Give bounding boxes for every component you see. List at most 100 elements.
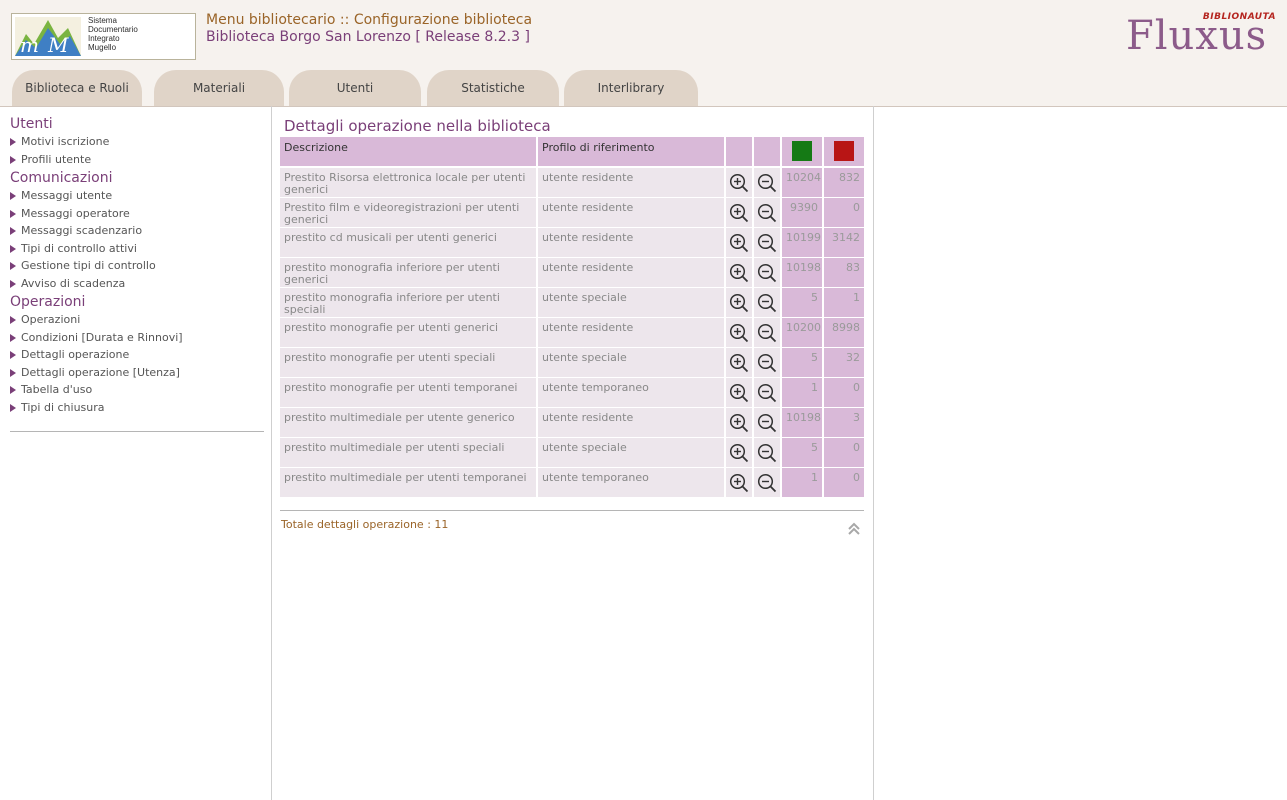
zoom-out-icon[interactable] (757, 173, 777, 193)
sidebar-item-label: Messaggi operatore (21, 206, 130, 220)
zoom-in-icon[interactable] (729, 323, 749, 343)
sidebar-section-operazioni: Operazioni (10, 294, 86, 310)
cell-zoom-out (754, 378, 780, 407)
zoom-in-icon[interactable] (729, 473, 749, 493)
zoom-in-icon[interactable] (729, 443, 749, 463)
cell-profilo-text: utente residente (542, 231, 634, 244)
zoom-in-icon[interactable] (729, 263, 749, 283)
cell-profilo: utente speciale (538, 438, 724, 467)
page-title: Menu bibliotecario :: Configurazione bib… (206, 12, 533, 28)
red-count: 8998 (832, 321, 860, 334)
green-count: 9390 (790, 201, 818, 214)
cell-profilo: utente speciale (538, 348, 724, 377)
tab-utenti[interactable]: Utenti (289, 70, 421, 106)
cell-zoom-in (726, 258, 752, 287)
cell-profilo-text: utente residente (542, 261, 634, 274)
cell-green-count: 5 (782, 288, 822, 317)
cell-descrizione: Prestito Risorsa elettronica locale per … (280, 168, 536, 197)
cell-descrizione-text: prestito monografie per utenti generici (284, 321, 499, 334)
zoom-in-icon[interactable] (729, 413, 749, 433)
sidebar-item-condizioni[interactable]: Condizioni [Durata e Rinnovi] (10, 329, 264, 347)
cell-descrizione-text: prestito cd musicali per utenti generici (284, 231, 497, 244)
sdim-logo[interactable]: m M Sistema Documentario Integrato Mugel… (11, 13, 196, 60)
zoom-in-icon[interactable] (729, 173, 749, 193)
cell-profilo-text: utente residente (542, 171, 634, 184)
cell-descrizione-text: prestito monografie per utenti temporane… (284, 381, 518, 394)
red-count: 0 (853, 441, 860, 454)
green-count: 10199 (786, 231, 821, 244)
column-header-green (782, 137, 822, 166)
sidebar-item-avviso-di-scadenza[interactable]: Avviso di scadenza (10, 275, 264, 293)
zoom-out-icon[interactable] (757, 263, 777, 283)
zoom-in-icon[interactable] (729, 233, 749, 253)
sidebar-item-label: Dettagli operazione [Utenza] (21, 365, 180, 379)
column-header-zoom-out (754, 137, 780, 166)
tab-biblioteca-e-ruoli[interactable]: Biblioteca e Ruoli (12, 70, 142, 106)
zoom-out-icon[interactable] (757, 203, 777, 223)
cell-green-count: 10199 (782, 228, 822, 257)
cell-red-count: 8998 (824, 318, 864, 347)
fluxus-brand-logo[interactable]: BIBLIONAUTA Fluxus (1124, 8, 1278, 58)
sidebar-item-profili-utente[interactable]: Profili utente (10, 151, 264, 169)
red-count: 832 (839, 171, 860, 184)
cell-zoom-out (754, 258, 780, 287)
cell-zoom-out (754, 468, 780, 497)
arrow-right-icon (10, 262, 16, 270)
sidebar-item-tipi-di-controllo-attivi[interactable]: Tipi di controllo attivi (10, 240, 264, 258)
table-row: prestito multimediale per utenti special… (280, 438, 864, 467)
sidebar-item-tabella-duso[interactable]: Tabella d'uso (10, 381, 264, 399)
sidebar-item-gestione-tipi-di-controllo[interactable]: Gestione tipi di controllo (10, 257, 264, 275)
cell-zoom-out (754, 228, 780, 257)
sidebar-item-label: Tipi di controllo attivi (21, 241, 137, 255)
sidebar-item-messaggi-utente[interactable]: Messaggi utente (10, 187, 264, 205)
right-column-divider (873, 106, 874, 800)
cell-profilo-text: utente residente (542, 201, 634, 214)
sidebar-item-tipi-di-chiusura[interactable]: Tipi di chiusura (10, 399, 264, 417)
sidebar-section-utenti: Utenti (10, 116, 53, 132)
cell-profilo-text: utente residente (542, 411, 634, 424)
table-row: prestito monografie per utenti generici u… (280, 318, 864, 347)
back-to-top-icon[interactable] (847, 521, 861, 535)
cell-profilo-text: utente speciale (542, 351, 627, 364)
zoom-out-icon[interactable] (757, 383, 777, 403)
green-count: 5 (811, 291, 818, 304)
zoom-out-icon[interactable] (757, 233, 777, 253)
cell-descrizione: Prestito film e videoregistrazioni per u… (280, 198, 536, 227)
zoom-out-icon[interactable] (757, 413, 777, 433)
cell-green-count: 10198 (782, 258, 822, 287)
zoom-out-icon[interactable] (757, 443, 777, 463)
zoom-out-icon[interactable] (757, 323, 777, 343)
zoom-out-icon[interactable] (757, 353, 777, 373)
sidebar-item-dettagli-operazione-utenza[interactable]: Dettagli operazione [Utenza] (10, 364, 264, 382)
cell-zoom-out (754, 318, 780, 347)
cell-profilo: utente residente (538, 258, 724, 287)
sidebar-item-label: Messaggi utente (21, 189, 113, 202)
cell-green-count: 1 (782, 378, 822, 407)
sidebar-item-label: Profili utente (21, 152, 92, 166)
arrow-right-icon (10, 316, 16, 324)
sidebar-item-operazioni[interactable]: Operazioni (10, 311, 264, 329)
sidebar-section-comunicazioni: Comunicazioni (10, 170, 113, 186)
arrow-right-icon (10, 138, 16, 146)
tab-interlibrary[interactable]: Interlibrary (564, 70, 698, 106)
sidebar-item-messaggi-operatore[interactable]: Messaggi operatore (10, 205, 264, 223)
tab-materiali[interactable]: Materiali (154, 70, 284, 106)
zoom-out-icon[interactable] (757, 473, 777, 493)
cell-descrizione: prestito cd musicali per utenti generici (280, 228, 536, 257)
cell-zoom-out (754, 438, 780, 467)
tab-statistiche[interactable]: Statistiche (427, 70, 559, 106)
sidebar-item-label: Condizioni [Durata e Rinnovi] (21, 330, 183, 344)
sidebar-divider (10, 431, 264, 432)
sidebar-item-messaggi-scadenzario[interactable]: Messaggi scadenzario (10, 222, 264, 240)
zoom-in-icon[interactable] (729, 293, 749, 313)
sidebar-item-motivi-iscrizione[interactable]: Motivi iscrizione (10, 133, 264, 151)
zoom-out-icon[interactable] (757, 293, 777, 313)
cell-zoom-in (726, 468, 752, 497)
sidebar-item-dettagli-operazione[interactable]: Dettagli operazione (10, 346, 264, 364)
cell-profilo-text: utente speciale (542, 441, 627, 454)
zoom-in-icon[interactable] (729, 353, 749, 373)
zoom-in-icon[interactable] (729, 203, 749, 223)
zoom-in-icon[interactable] (729, 383, 749, 403)
header-titles: Menu bibliotecario :: Configurazione bib… (206, 12, 532, 46)
cell-zoom-in (726, 288, 752, 317)
